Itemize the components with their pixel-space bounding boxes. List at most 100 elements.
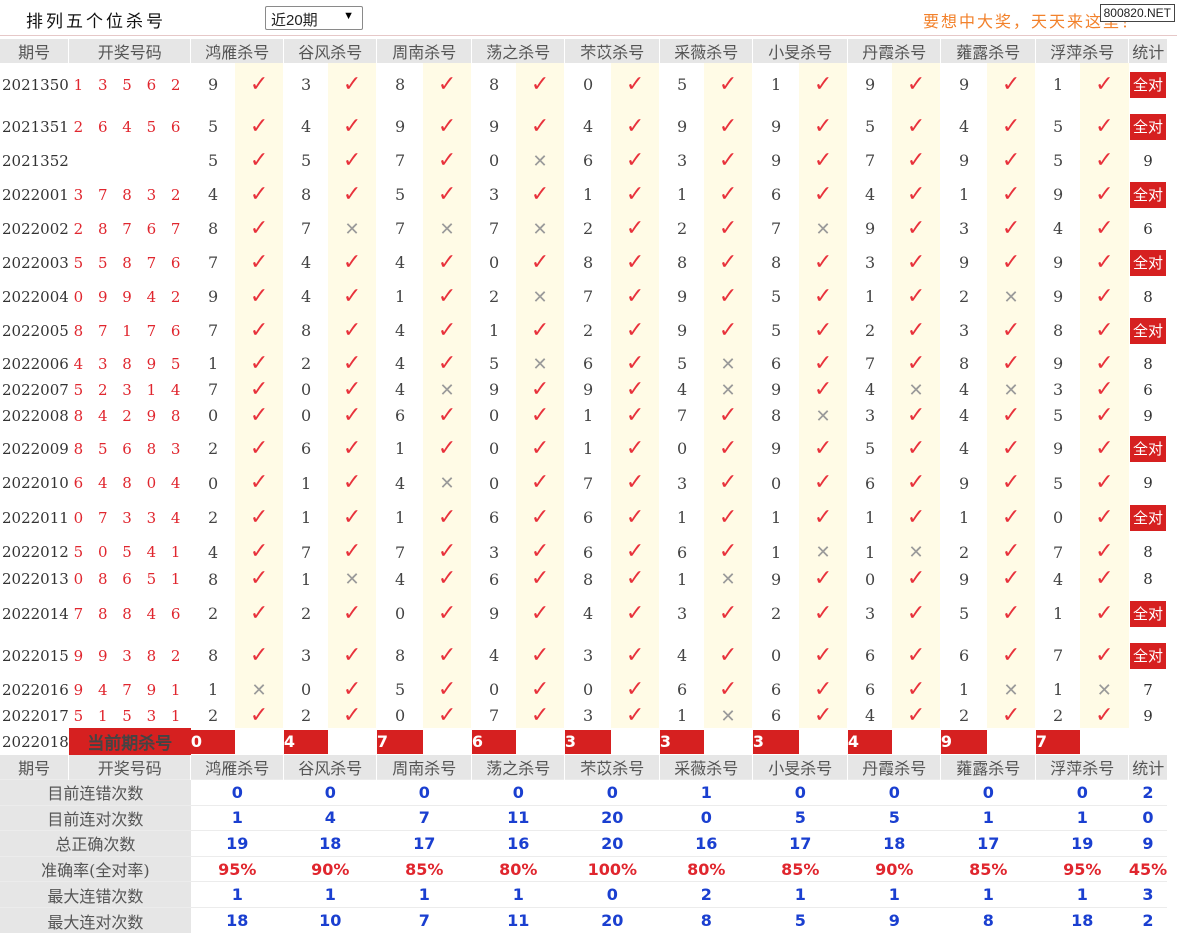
draw-number-cell: 8 4 2 9 8 <box>73 406 186 425</box>
result-mark-cell: ✓ <box>422 592 472 635</box>
col-header-expert[interactable]: 荡之杀号 <box>471 755 565 780</box>
check-icon: ✓ <box>342 249 362 275</box>
col-header-expert[interactable]: 浮萍杀号 <box>1035 39 1129 63</box>
col-header-expert[interactable]: 鸿雁杀号 <box>190 39 284 63</box>
table-row: 2022008 8 4 2 9 8 0 ✓ 0 ✓ 6 ✓ 0 ✓ 1 ✓ 7 ✓ 8 ✕ 3 ✓ 4 ✓ 5 ✓ 9 <box>0 403 1167 428</box>
check-icon: ✓ <box>342 539 362 564</box>
result-mark-cell: ✓ <box>610 351 660 376</box>
col-header-expert[interactable]: 谷风杀号 <box>283 39 377 63</box>
summary-value: 17 <box>940 830 1036 857</box>
result-mark-cell: ✓ <box>234 635 284 676</box>
summary-value: 5 <box>847 804 941 831</box>
check-icon: ✓ <box>813 600 833 626</box>
check-icon: ✓ <box>249 403 269 428</box>
result-mark-cell: ✓ <box>234 703 284 728</box>
col-header-expert[interactable]: 蕹露杀号 <box>940 39 1036 63</box>
check-icon: ✓ <box>1001 215 1021 241</box>
period-select[interactable]: 近20期 ▼ <box>265 6 363 30</box>
col-header-expert[interactable]: 芣苡杀号 <box>564 755 660 780</box>
summary-value: 8 <box>940 906 1036 934</box>
kill-value-cell: 1 <box>376 283 423 310</box>
kill-value-cell: 9 <box>752 106 799 147</box>
col-header-expert[interactable]: 鸿雁杀号 <box>190 755 284 780</box>
check-icon: ✓ <box>906 504 926 530</box>
result-mark-cell: ✓ <box>515 403 565 428</box>
col-header-expert[interactable]: 采薇杀号 <box>659 39 753 63</box>
kill-value-cell: 1 <box>190 351 235 376</box>
table-row: 2021351 2 6 4 5 6 5 ✓ 4 ✓ 9 ✓ 9 ✓ 4 ✓ 9 ✓ 9 ✓ 5 ✓ 4 ✓ 5 ✓ 全对 <box>0 106 1167 147</box>
kill-value-cell: 3 <box>659 469 704 497</box>
col-header-expert[interactable]: 荡之杀号 <box>471 39 565 63</box>
col-header-expert[interactable]: 浮萍杀号 <box>1035 755 1129 780</box>
kill-value-cell: 4 <box>847 174 892 215</box>
result-mark-cell: ✓ <box>515 242 565 283</box>
kill-value-cell: 5 <box>376 174 423 215</box>
col-header-expert[interactable]: 丹霞杀号 <box>847 755 941 780</box>
kill-value-cell: 6 <box>752 174 799 215</box>
kill-value-cell: 1 <box>564 428 611 469</box>
check-icon: ✓ <box>1095 351 1114 376</box>
kill-value-cell: 6 <box>659 676 704 703</box>
col-header-expert[interactable]: 芣苡杀号 <box>564 39 660 63</box>
result-mark-cell: ✓ <box>422 403 472 428</box>
check-icon: ✓ <box>906 113 926 139</box>
result-mark-cell: ✓ <box>1079 147 1129 174</box>
result-mark-cell: ✓ <box>891 242 941 283</box>
kill-value-cell: 8 <box>471 63 516 106</box>
check-icon: ✓ <box>813 249 833 275</box>
kill-value-cell: 1 <box>752 538 799 566</box>
col-header-period: 期号 <box>0 39 69 63</box>
result-mark-cell: ✕ <box>515 215 565 242</box>
result-mark-cell: ✓ <box>891 351 941 376</box>
table-row: 2022006 4 3 8 9 5 1 ✓ 2 ✓ 4 ✓ 5 ✕ 6 ✓ 5 ✕ 6 ✓ 7 ✓ 8 ✓ 9 ✓ 8 <box>0 351 1167 376</box>
cross-icon: ✕ <box>720 569 736 590</box>
result-mark-cell: ✓ <box>610 703 660 728</box>
cross-icon: ✕ <box>1096 679 1112 701</box>
check-icon: ✓ <box>437 249 457 275</box>
result-mark-cell: ✕ <box>703 351 753 376</box>
col-header-expert[interactable]: 丹霞杀号 <box>847 39 941 63</box>
summary-value: 1 <box>659 779 753 806</box>
col-header-expert[interactable]: 小旻杀号 <box>752 39 848 63</box>
col-header-number: 开奖号码 <box>68 755 191 780</box>
current-kill-cell: 7 <box>376 728 472 755</box>
col-header-expert[interactable]: 蕹露杀号 <box>940 755 1036 780</box>
check-icon: ✓ <box>249 113 269 139</box>
summary-label: 目前连错次数 <box>0 779 191 806</box>
result-mark-cell: ✓ <box>327 174 377 215</box>
result-mark-cell: ✓ <box>798 174 848 215</box>
result-mark-cell: ✕ <box>422 469 472 497</box>
kill-value-cell: 5 <box>659 351 704 376</box>
col-header-expert[interactable]: 周南杀号 <box>376 755 472 780</box>
check-icon: ✓ <box>1095 249 1114 275</box>
result-mark-cell: ✓ <box>798 592 848 635</box>
kill-value-cell: 0 <box>471 242 516 283</box>
check-icon: ✓ <box>813 113 833 139</box>
kill-value-cell: 0 <box>283 376 328 403</box>
table-row: 2022011 0 7 3 3 4 2 ✓ 1 ✓ 1 ✓ 6 ✓ 6 ✓ 1 ✓ 1 ✓ 1 ✓ 1 ✓ 0 ✓ 全对 <box>0 497 1167 538</box>
check-icon: ✓ <box>625 642 645 668</box>
summary-value: 0 <box>564 779 660 806</box>
stat-cell: 8 <box>1143 354 1153 373</box>
result-mark-cell: ✓ <box>891 592 941 635</box>
kill-value-cell: 1 <box>283 566 328 592</box>
col-header-expert[interactable]: 周南杀号 <box>376 39 472 63</box>
summary-value: 18 <box>283 830 377 857</box>
col-header-expert[interactable]: 谷风杀号 <box>283 755 377 780</box>
draw-number-cell: 2 8 7 6 7 <box>73 219 186 238</box>
col-header-expert[interactable]: 采薇杀号 <box>659 755 753 780</box>
col-header-expert[interactable]: 小旻杀号 <box>752 755 848 780</box>
cross-icon: ✕ <box>532 353 548 375</box>
result-mark-cell: ✓ <box>610 538 660 566</box>
kill-value-cell: 7 <box>659 403 704 428</box>
kill-value-cell: 3 <box>283 635 328 676</box>
result-mark-cell: ✓ <box>234 147 284 174</box>
cross-icon: ✕ <box>251 679 267 701</box>
kill-value-cell: 3 <box>564 635 611 676</box>
cross-icon: ✕ <box>532 150 548 172</box>
period-cell: 2022017 <box>2 706 69 725</box>
result-mark-cell: ✕ <box>703 566 753 592</box>
kill-value-cell: 3 <box>1035 376 1080 403</box>
result-mark-cell: ✓ <box>891 703 941 728</box>
kill-value-cell: 9 <box>940 469 987 497</box>
